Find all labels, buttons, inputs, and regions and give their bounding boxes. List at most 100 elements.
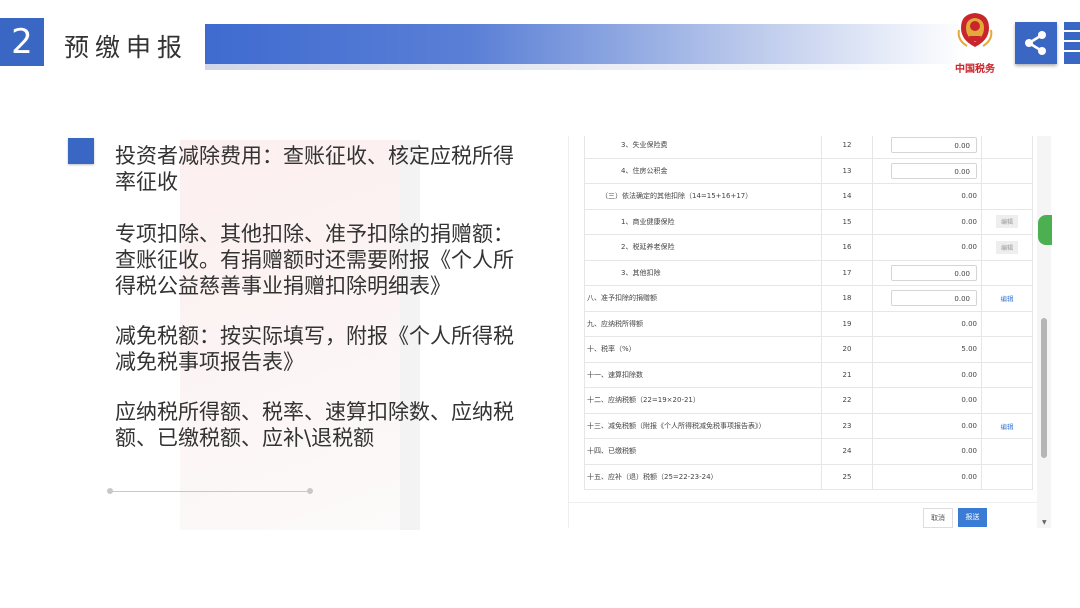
row-number: 13 — [821, 157, 873, 184]
row-value-cell: 0.00 — [872, 259, 982, 286]
row-action-cell — [981, 361, 1033, 388]
bullet-square — [68, 138, 94, 164]
submit-button[interactable]: 报送 — [958, 508, 987, 527]
menu-edge-icon[interactable] — [1064, 22, 1080, 64]
logo-text: 中国税务 — [955, 64, 995, 75]
table-row: 2、税延养老保险 16 0.00 编辑 — [584, 234, 1033, 261]
row-label: 十三、减免税额（附报《个人所得税减免税事项报告表》） — [584, 412, 822, 439]
row-number: 19 — [821, 310, 873, 337]
row-value: 0.00 — [872, 387, 982, 414]
paragraph-tax-relief: 减免税额：按实际填写，附报《个人所得税减免税事项报告表》 — [115, 324, 514, 374]
title-bar-decoration — [205, 24, 965, 64]
row-value: 0.00 — [872, 361, 982, 388]
row-value: 0.00 — [872, 208, 982, 235]
side-float-button[interactable] — [1038, 215, 1052, 245]
row-action-cell — [981, 387, 1033, 414]
table-row: 3、失业保险费 12 0.00 — [584, 136, 1033, 159]
paragraph-special-deductions: 专项扣除、其他扣除、准予扣除的捐赠额：查账征收。有捐赠额时还需要附报《个人所得税… — [115, 222, 514, 298]
row-label: 九、应纳税所得额 — [584, 310, 822, 337]
row-label: 3、其他扣除 — [584, 259, 822, 286]
row-number: 16 — [821, 234, 873, 261]
row-value: 0.00 — [872, 412, 982, 439]
row-number: 17 — [821, 259, 873, 286]
share-button[interactable] — [1015, 22, 1057, 64]
scroll-down-icon[interactable]: ▼ — [1042, 519, 1047, 526]
row-number: 20 — [821, 336, 873, 363]
cancel-button[interactable]: 取消 — [923, 508, 953, 528]
row-label: 1、商业健康保险 — [584, 208, 822, 235]
row-action-cell — [981, 463, 1033, 490]
row-value-cell: 0.00 — [872, 157, 982, 184]
row-number: 25 — [821, 463, 873, 490]
row-action-cell — [981, 438, 1033, 465]
row-value: 0.00 — [872, 463, 982, 490]
row-label: 十一、速算扣除数 — [584, 361, 822, 388]
row-number: 15 — [821, 208, 873, 235]
table-row: 3、其他扣除 17 0.00 — [584, 259, 1033, 286]
row-number: 23 — [821, 412, 873, 439]
row-action-cell — [981, 183, 1033, 210]
row-label: 八、准予扣除的捐赠额 — [584, 285, 822, 312]
row-value-input[interactable]: 0.00 — [891, 162, 977, 179]
table-row: （三）依法确定的其他扣除（14=15+16+17） 14 0.00 — [584, 183, 1033, 210]
row-number: 24 — [821, 438, 873, 465]
row-number: 21 — [821, 361, 873, 388]
scrollbar-thumb[interactable] — [1041, 318, 1047, 458]
tax-form-table: 3、失业保险费 12 0.00 4、住房公积金 13 0.00 （三）依法确定的其他扣除（1… — [584, 136, 1033, 490]
row-action-cell: 编辑 — [981, 285, 1033, 312]
row-value: 0.00 — [872, 183, 982, 210]
page-title: 预缴申报 — [64, 33, 189, 62]
divider-line — [107, 488, 313, 494]
row-value: 0.00 — [872, 310, 982, 337]
row-value: 0.00 — [872, 234, 982, 261]
edit-button[interactable]: 编辑 — [995, 215, 1018, 229]
row-label: 4、住房公积金 — [584, 157, 822, 184]
table-row: 十一、速算扣除数 21 0.00 — [584, 361, 1033, 388]
row-action-cell: 编辑 — [981, 208, 1033, 235]
edit-button[interactable]: 编辑 — [1001, 423, 1014, 431]
table-row: 十二、应纳税额（22=19×20-21） 22 0.00 — [584, 387, 1033, 414]
row-value: 5.00 — [872, 336, 982, 363]
row-action-cell — [981, 336, 1033, 363]
row-action-cell — [981, 259, 1033, 286]
table-row: 1、商业健康保险 15 0.00 编辑 — [584, 208, 1033, 235]
table-row: 4、住房公积金 13 0.00 — [584, 157, 1033, 184]
row-number: 14 — [821, 183, 873, 210]
share-icon — [1025, 31, 1046, 55]
table-row: 九、应纳税所得额 19 0.00 — [584, 310, 1033, 337]
row-action-cell — [981, 310, 1033, 337]
row-action-cell — [981, 136, 1033, 159]
paragraph-tax-payable: 应纳税所得额、税率、速算扣除数、应纳税额、已缴税额、应补\退税额 — [115, 400, 514, 450]
row-label: 3、失业保险费 — [584, 136, 822, 159]
tax-logo: 中国税务 — [948, 8, 1002, 78]
paragraph-deductions: 投资者减除费用：查账征收、核定应税所得率征收 — [115, 144, 514, 194]
table-row: 八、准予扣除的捐赠额 18 0.00 编辑 — [584, 285, 1033, 312]
row-label: 十四、已缴税额 — [584, 438, 822, 465]
edit-button[interactable]: 编辑 — [1001, 295, 1014, 303]
row-label: 2、税延养老保险 — [584, 234, 822, 261]
row-action-cell: 编辑 — [981, 412, 1033, 439]
row-value-input[interactable]: 0.00 — [891, 137, 977, 154]
row-value-cell: 0.00 — [872, 285, 982, 312]
table-row: 十三、减免税额（附报《个人所得税减免税事项报告表》） 23 0.00 编辑 — [584, 412, 1033, 439]
row-label: 十、税率（%） — [584, 336, 822, 363]
row-value-cell: 0.00 — [872, 136, 982, 159]
row-action-cell: 编辑 — [981, 234, 1033, 261]
row-label: （三）依法确定的其他扣除（14=15+16+17） — [584, 183, 822, 210]
tax-emblem-icon — [957, 13, 993, 47]
row-number: 22 — [821, 387, 873, 414]
table-row: 十五、应补（退）税额（25=22-23-24） 25 0.00 — [584, 463, 1033, 490]
form-screenshot: 3、失业保险费 12 0.00 4、住房公积金 13 0.00 （三）依法确定的其他扣除（1… — [568, 136, 1051, 528]
row-number: 18 — [821, 285, 873, 312]
row-value-input[interactable]: 0.00 — [891, 264, 977, 281]
row-value-input[interactable]: 0.00 — [891, 290, 977, 307]
row-label: 十二、应纳税额（22=19×20-21） — [584, 387, 822, 414]
row-value: 0.00 — [872, 438, 982, 465]
title-bar-shadow — [205, 64, 925, 70]
table-row: 十、税率（%） 20 5.00 — [584, 336, 1033, 363]
row-label: 十五、应补（退）税额（25=22-23-24） — [584, 463, 822, 490]
table-row: 十四、已缴税额 24 0.00 — [584, 438, 1033, 465]
edit-button[interactable]: 编辑 — [995, 240, 1018, 254]
row-number: 12 — [821, 136, 873, 159]
section-number: 2 — [0, 18, 44, 66]
